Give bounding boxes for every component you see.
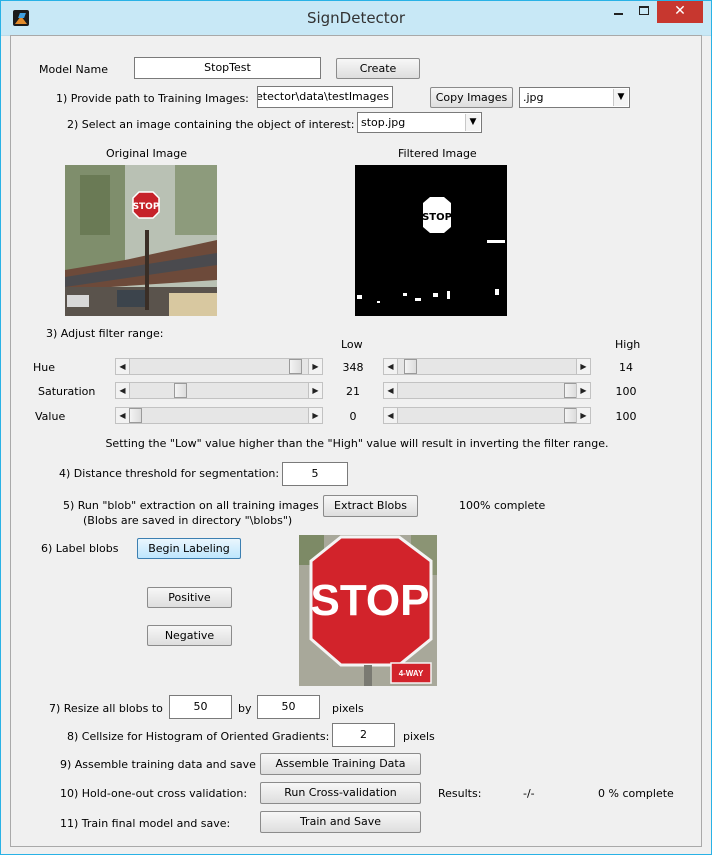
original-image: STOP <box>65 165 217 316</box>
arrow-right-icon[interactable]: ▶ <box>576 383 590 398</box>
hue-high-slider[interactable]: ◀ ▶ <box>383 358 591 375</box>
saturation-low-thumb[interactable] <box>174 383 188 398</box>
hue-low-value: 348 <box>342 361 364 374</box>
saturation-label: Saturation <box>38 385 96 398</box>
blob-extraction-label: 5) Run "blob" extraction on all training… <box>63 499 319 512</box>
extract-status: 100% complete <box>459 499 546 512</box>
model-name-label: Model Name <box>39 63 108 76</box>
arrow-left-icon[interactable]: ◀ <box>116 383 130 398</box>
train-and-save-button[interactable]: Train and Save <box>260 811 421 833</box>
maximize-button[interactable] <box>631 1 657 23</box>
invert-note: Setting the "Low" value higher than the … <box>105 437 609 450</box>
hue-low-thumb[interactable] <box>289 359 303 374</box>
app-window: SignDetector ✕ Model Name StopTest Creat… <box>0 0 712 855</box>
hue-low-slider[interactable]: ◀ ▶ <box>115 358 323 375</box>
value-low-slider[interactable]: ◀ ▶ <box>115 407 323 424</box>
value-low-value: 0 <box>349 410 357 423</box>
label-blobs-label: 6) Label blobs <box>41 542 119 555</box>
minimize-icon <box>613 13 623 15</box>
arrow-right-icon[interactable]: ▶ <box>576 408 590 423</box>
arrow-right-icon[interactable]: ▶ <box>308 359 322 374</box>
maximize-icon <box>639 6 649 15</box>
arrow-left-icon[interactable]: ◀ <box>384 408 398 423</box>
extension-value: .jpg <box>523 91 544 104</box>
cellsize-label: 8) Cellsize for Histogram of Oriented Gr… <box>67 730 330 743</box>
resize-by-label: by <box>238 702 252 715</box>
extension-select[interactable]: .jpg ▼ <box>519 87 630 108</box>
saturation-high-value: 100 <box>615 385 637 398</box>
distance-threshold-label: 4) Distance threshold for segmentation: <box>59 467 280 480</box>
value-low-thumb[interactable] <box>129 408 142 423</box>
value-high-value: 100 <box>615 410 637 423</box>
low-header: Low <box>341 338 363 351</box>
blob-directory-note: (Blobs are saved in directory "\blobs") <box>83 514 293 527</box>
blob-plate-text: 4-WAY <box>399 669 424 678</box>
training-path-label: 1) Provide path to Training Images: <box>56 92 249 105</box>
positive-button[interactable]: Positive <box>147 587 232 608</box>
assemble-label: 9) Assemble training data and save <box>60 758 256 771</box>
run-cross-validation-button[interactable]: Run Cross-validation <box>260 782 421 804</box>
resize-height-input[interactable]: 50 <box>257 695 320 719</box>
arrow-left-icon[interactable]: ◀ <box>116 408 130 423</box>
figure-panel: Model Name StopTest Create 1) Provide pa… <box>10 35 702 847</box>
create-button[interactable]: Create <box>336 58 420 79</box>
extract-blobs-button[interactable]: Extract Blobs <box>323 495 418 517</box>
filtered-image-drawing: STOP <box>355 165 507 316</box>
model-name-input[interactable]: StopTest <box>134 57 321 79</box>
high-header: High <box>615 338 641 351</box>
filtered-stop-text: STOP <box>422 212 452 223</box>
arrow-right-icon[interactable]: ▶ <box>308 383 322 398</box>
hue-high-thumb[interactable] <box>403 359 417 374</box>
negative-button[interactable]: Negative <box>147 625 232 646</box>
cellsize-input[interactable]: 2 <box>332 723 395 747</box>
chevron-down-icon: ▼ <box>613 89 628 106</box>
filtered-image-label: Filtered Image <box>398 147 477 160</box>
cross-validation-status: 0 % complete <box>598 787 674 800</box>
results-label: Results: <box>438 787 482 800</box>
close-icon: ✕ <box>674 3 686 19</box>
assemble-training-data-button[interactable]: Assemble Training Data <box>260 753 421 775</box>
arrow-left-icon[interactable]: ◀ <box>384 383 398 398</box>
blob-preview-drawing: STOP 4-WAY <box>299 535 437 686</box>
cross-validation-label: 10) Hold-one-out cross validation: <box>60 787 248 800</box>
select-image-label: 2) Select an image containing the object… <box>67 118 355 131</box>
saturation-high-slider[interactable]: ◀ ▶ <box>383 382 591 399</box>
title-bar[interactable]: SignDetector ✕ <box>1 1 711 36</box>
image-select-value: stop.jpg <box>361 116 406 129</box>
value-label: Value <box>35 410 66 423</box>
arrow-left-icon[interactable]: ◀ <box>116 359 130 374</box>
chevron-down-icon: ▼ <box>465 114 480 131</box>
value-high-slider[interactable]: ◀ ▶ <box>383 407 591 424</box>
filter-range-label: 3) Adjust filter range: <box>46 327 164 340</box>
image-select[interactable]: stop.jpg ▼ <box>357 112 482 133</box>
hue-label: Hue <box>33 361 56 374</box>
resize-width-input[interactable]: 50 <box>169 695 232 719</box>
resize-pixels-label: pixels <box>332 702 364 715</box>
arrow-left-icon[interactable]: ◀ <box>384 359 398 374</box>
blob-stop-text: STOP <box>310 576 429 625</box>
arrow-right-icon[interactable]: ▶ <box>308 408 322 423</box>
minimize-button[interactable] <box>605 1 631 23</box>
training-path-input[interactable]: oadSignDetector\data\testImages <box>257 86 393 108</box>
train-label: 11) Train final model and save: <box>60 817 231 830</box>
original-image-label: Original Image <box>106 147 187 160</box>
distance-threshold-input[interactable]: 5 <box>282 462 348 486</box>
results-value: -/- <box>523 787 535 800</box>
begin-labeling-button[interactable]: Begin Labeling <box>137 538 241 559</box>
resize-blobs-label: 7) Resize all blobs to <box>49 702 163 715</box>
saturation-low-value: 21 <box>346 385 360 398</box>
original-stop-text: STOP <box>133 202 160 212</box>
close-button[interactable]: ✕ <box>657 1 703 23</box>
original-image-drawing: STOP <box>65 165 217 316</box>
filtered-image: STOP <box>355 165 507 316</box>
hue-high-value: 14 <box>619 361 633 374</box>
cellsize-pixels-label: pixels <box>403 730 435 743</box>
arrow-right-icon[interactable]: ▶ <box>576 359 590 374</box>
blob-preview-image: STOP 4-WAY <box>299 535 437 686</box>
saturation-low-slider[interactable]: ◀ ▶ <box>115 382 323 399</box>
copy-images-button[interactable]: Copy Images <box>430 87 513 108</box>
